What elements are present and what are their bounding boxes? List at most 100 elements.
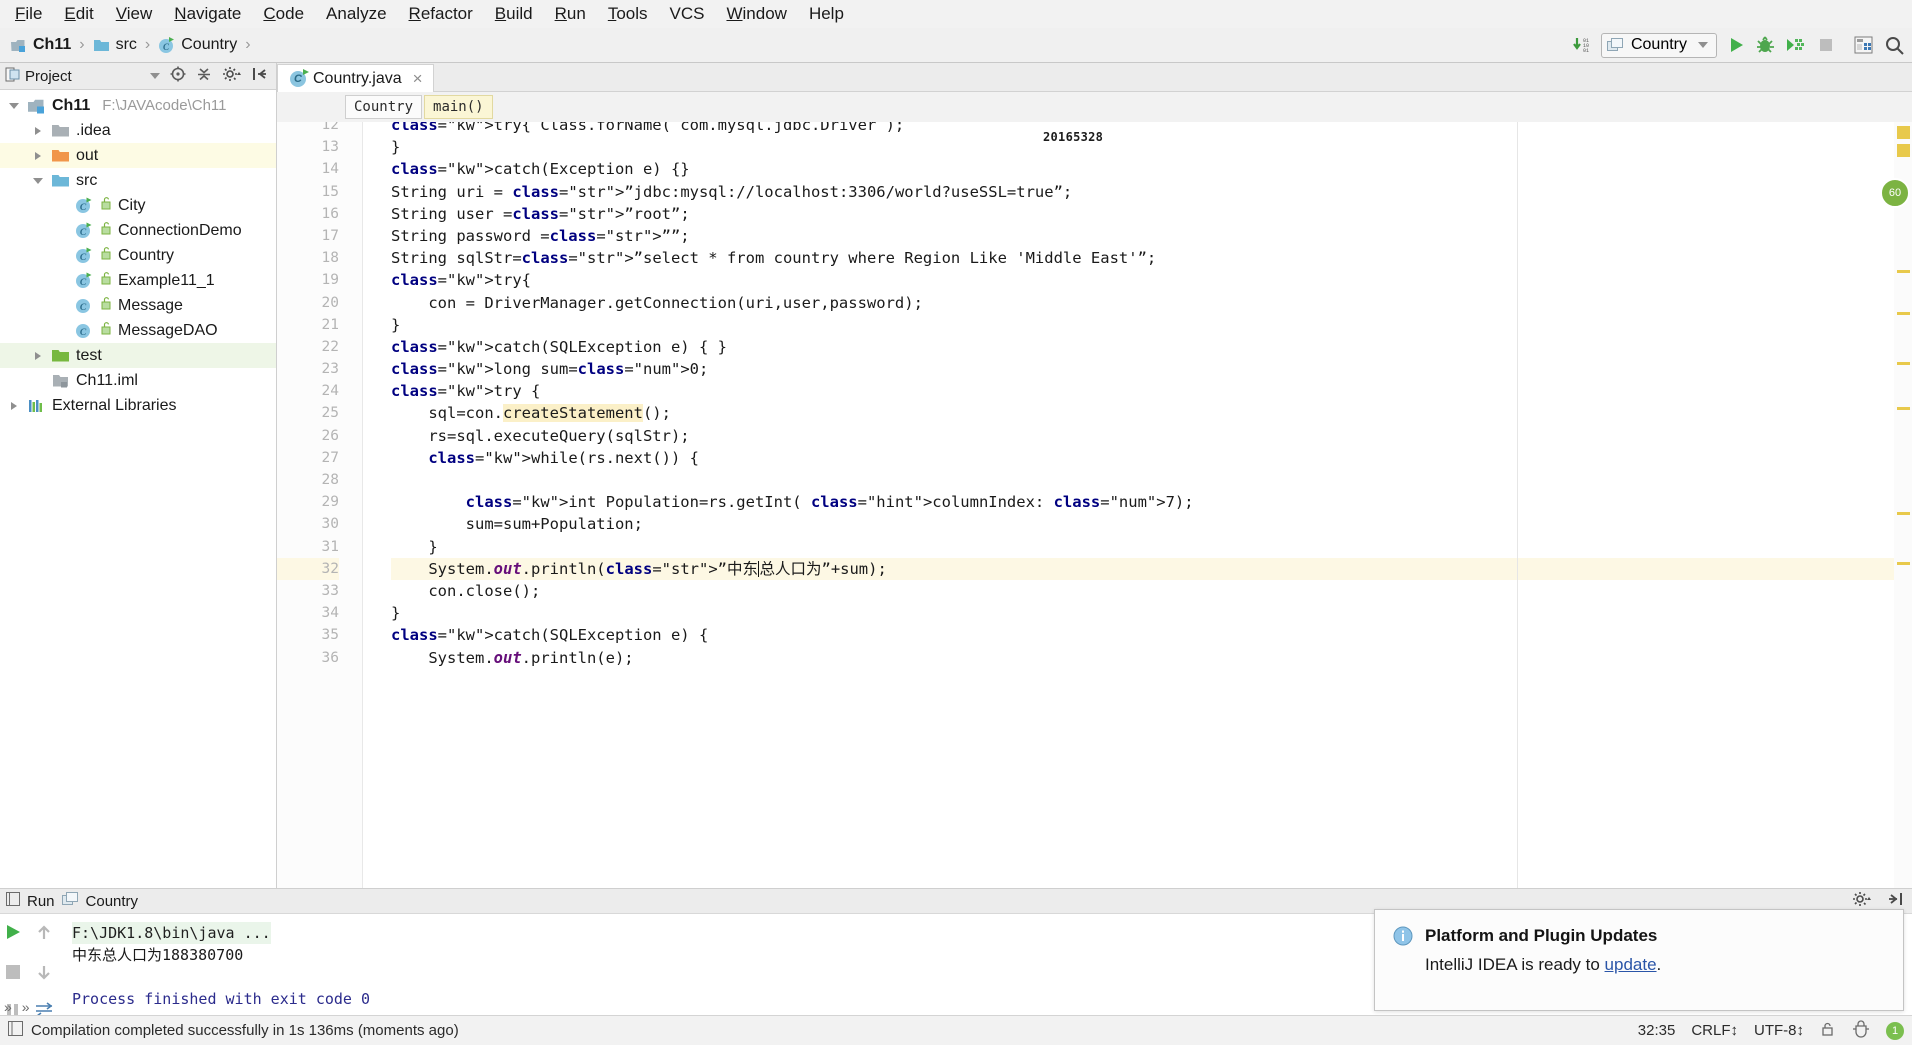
run-panel-config-name[interactable]: Country bbox=[86, 893, 139, 910]
tree-item-idea[interactable]: .idea bbox=[0, 118, 276, 143]
line-number[interactable]: 30 bbox=[277, 513, 339, 535]
line-number[interactable]: 13 bbox=[277, 136, 339, 158]
inspector-icon[interactable] bbox=[1852, 1019, 1870, 1042]
code-line[interactable]: String user =class="str">”root”; bbox=[391, 203, 1912, 225]
inspections-widget[interactable]: 60 bbox=[1880, 178, 1910, 208]
breadcrumb-item-ch11[interactable]: Ch11 bbox=[6, 34, 75, 56]
settings-gear-icon[interactable] bbox=[1852, 891, 1872, 911]
stop-button[interactable] bbox=[1816, 35, 1836, 55]
status-badge[interactable]: 1 bbox=[1886, 1021, 1904, 1040]
code-line[interactable]: class="kw">while(rs.next()) { bbox=[391, 447, 1912, 469]
breadcrumb-item-src[interactable]: src bbox=[89, 34, 141, 56]
close-icon[interactable]: × bbox=[413, 69, 423, 89]
menu-item-tools[interactable]: Tools bbox=[597, 1, 659, 27]
line-separator-indicator[interactable]: CRLF↕ bbox=[1691, 1022, 1738, 1039]
encoding-indicator[interactable]: UTF-8↕ bbox=[1754, 1022, 1804, 1039]
scroll-down-icon[interactable] bbox=[35, 963, 53, 986]
chevron-down-icon[interactable] bbox=[1698, 42, 1708, 48]
line-number[interactable]: 25 bbox=[277, 402, 339, 424]
run-button[interactable] bbox=[1726, 35, 1746, 55]
line-number[interactable]: 20 bbox=[277, 292, 339, 314]
code-folding-column[interactable] bbox=[349, 122, 363, 888]
code-line[interactable]: } bbox=[391, 314, 1912, 336]
menu-item-vcs[interactable]: VCS bbox=[659, 1, 716, 27]
code-line[interactable]: class="kw">catch(Exception e) {} bbox=[391, 158, 1912, 180]
code-line[interactable]: class="kw">catch(SQLException e) { } bbox=[391, 336, 1912, 358]
status-toggle-icon[interactable] bbox=[8, 1021, 23, 1040]
line-number[interactable]: 18 bbox=[277, 247, 339, 269]
code-line[interactable]: System.out.println(e); bbox=[391, 647, 1912, 669]
notification-balloon[interactable]: Platform and Plugin Updates IntelliJ IDE… bbox=[1374, 909, 1904, 1011]
tree-item-connectiondemo[interactable]: C ConnectionDemo bbox=[0, 218, 276, 243]
code-line[interactable]: String password =class="str">””; bbox=[391, 225, 1912, 247]
chevron-down-icon[interactable] bbox=[150, 73, 160, 79]
chevron-right-icon[interactable] bbox=[6, 401, 22, 410]
chevron-down-icon[interactable] bbox=[30, 177, 46, 184]
hide-icon[interactable] bbox=[252, 66, 268, 86]
editor-tab-country-java[interactable]: C Country.java × bbox=[277, 64, 434, 92]
hide-icon[interactable] bbox=[1886, 891, 1904, 911]
code-line[interactable]: class="kw">try { bbox=[391, 380, 1912, 402]
menu-item-refactor[interactable]: Refactor bbox=[398, 1, 484, 27]
chevron-down-icon[interactable] bbox=[6, 102, 22, 109]
tree-item-messagedao[interactable]: C MessageDAO bbox=[0, 318, 276, 343]
more-tool-windows-icon[interactable]: » bbox=[22, 999, 30, 1015]
menu-item-edit[interactable]: Edit bbox=[53, 1, 104, 27]
tree-item-external-libraries[interactable]: External Libraries bbox=[0, 393, 276, 418]
tree-item-test[interactable]: test bbox=[0, 343, 276, 368]
scroll-up-icon[interactable] bbox=[35, 924, 53, 947]
menu-item-navigate[interactable]: Navigate bbox=[163, 1, 252, 27]
code-line[interactable]: class="kw">long sum=class="num">0; bbox=[391, 358, 1912, 380]
code-line[interactable] bbox=[391, 469, 1912, 491]
line-number[interactable]: 16 bbox=[277, 203, 339, 225]
line-number[interactable]: 26 bbox=[277, 425, 339, 447]
line-number[interactable]: 29 bbox=[277, 491, 339, 513]
locate-icon[interactable] bbox=[170, 66, 186, 86]
line-number[interactable]: 15 bbox=[277, 181, 339, 203]
run-coverage-button[interactable] bbox=[1785, 35, 1807, 55]
tree-item-src[interactable]: src bbox=[0, 168, 276, 193]
menu-item-analyze[interactable]: Analyze bbox=[315, 1, 397, 27]
line-number[interactable]: 31 bbox=[277, 536, 339, 558]
line-number[interactable]: 36 bbox=[277, 647, 339, 669]
code-line[interactable]: String uri = class="str">”jdbc:mysql://l… bbox=[391, 181, 1912, 203]
caret-position[interactable]: 32:35 bbox=[1638, 1022, 1676, 1039]
update-link[interactable]: update bbox=[1605, 955, 1657, 974]
run-configuration-selector[interactable]: Country bbox=[1600, 32, 1717, 58]
menu-item-file[interactable]: File bbox=[4, 1, 53, 27]
code-text[interactable]: 20165328 class="kw">try{ Class.forName( … bbox=[363, 122, 1912, 888]
code-line[interactable]: class="kw">catch(SQLException e) { bbox=[391, 624, 1912, 646]
menu-item-help[interactable]: Help bbox=[798, 1, 855, 27]
expand-tool-windows-icon[interactable]: » bbox=[4, 999, 12, 1015]
code-line[interactable]: class="kw">try{ Class.forName( com.mysql… bbox=[391, 122, 1912, 136]
code-line[interactable]: rs=sql.executeQuery(sqlStr); bbox=[391, 425, 1912, 447]
menu-item-run[interactable]: Run bbox=[544, 1, 597, 27]
line-number[interactable]: 35 bbox=[277, 624, 339, 646]
lock-icon[interactable] bbox=[1820, 1021, 1836, 1041]
line-number[interactable]: 27 bbox=[277, 447, 339, 469]
code-line[interactable]: class="kw">try{ bbox=[391, 269, 1912, 291]
line-number[interactable]: 21 bbox=[277, 314, 339, 336]
line-number[interactable]: 32 bbox=[277, 557, 339, 580]
editor-breadcrumb-main[interactable]: main() bbox=[424, 95, 493, 119]
line-number[interactable]: 23 bbox=[277, 358, 339, 380]
code-line[interactable]: } bbox=[391, 136, 1912, 158]
line-number[interactable]: 24 bbox=[277, 380, 339, 402]
line-number[interactable]: 14 bbox=[277, 158, 339, 180]
code-line[interactable]: String sqlStr=class="str">”select * from… bbox=[391, 247, 1912, 269]
download-updates-icon[interactable]: 01 10 01 bbox=[1572, 36, 1592, 54]
code-line[interactable]: class="kw">int Population=rs.getInt( cla… bbox=[391, 491, 1912, 513]
menu-item-build[interactable]: Build bbox=[484, 1, 544, 27]
line-number[interactable]: 28 bbox=[277, 469, 339, 491]
tree-item-example11-1[interactable]: C Example11_1 bbox=[0, 268, 276, 293]
line-number-gutter[interactable]: 12 13 14 15 16 17 18 19 20 21 22 23 24 25 26 27 28 29 30 31… bbox=[277, 122, 349, 888]
tree-item-ch11-iml[interactable]: Ch11.iml bbox=[0, 368, 276, 393]
search-everywhere-icon[interactable] bbox=[1884, 35, 1906, 55]
menu-item-window[interactable]: Window bbox=[715, 1, 797, 27]
error-stripe-marker-bar[interactable] bbox=[1894, 122, 1912, 888]
chevron-right-icon[interactable] bbox=[30, 351, 46, 360]
code-line[interactable]: } bbox=[391, 536, 1912, 558]
code-line[interactable]: System.out.println(class="str">”中东总人口为”+… bbox=[391, 557, 1912, 580]
stop-icon[interactable] bbox=[4, 963, 22, 986]
code-line[interactable]: con = DriverManager.getConnection(uri,us… bbox=[391, 292, 1912, 314]
